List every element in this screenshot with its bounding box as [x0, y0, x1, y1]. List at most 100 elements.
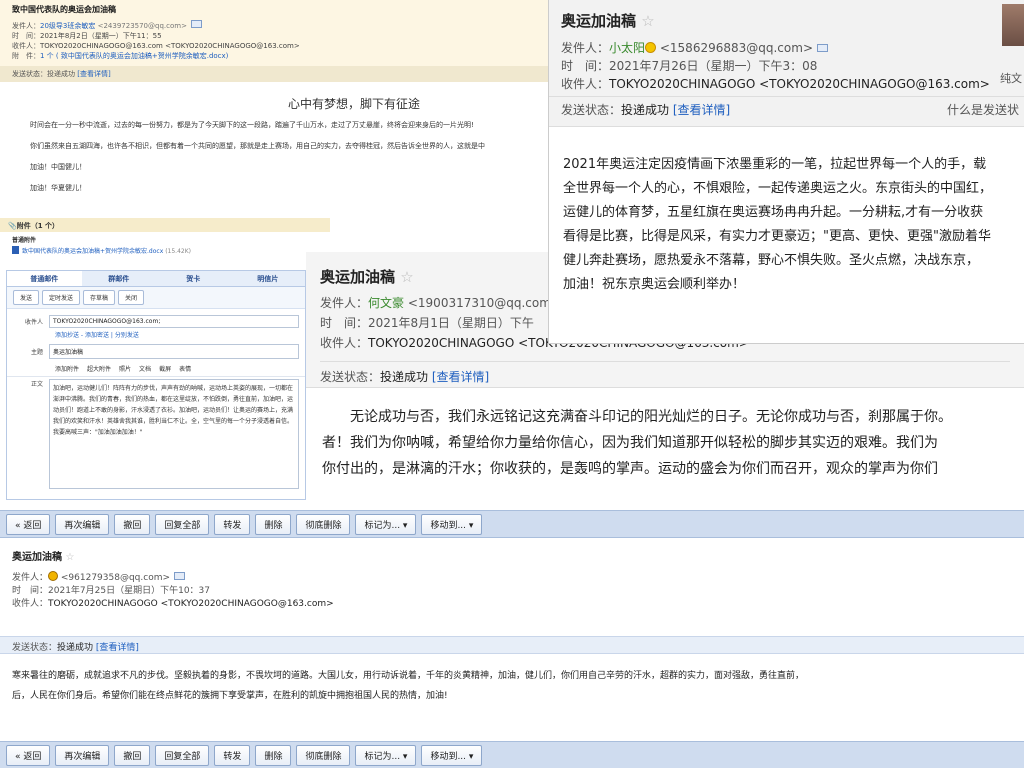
view-details-link[interactable]: [查看详情] [673, 103, 730, 117]
save-draft-button[interactable]: 存草稿 [83, 290, 116, 305]
emoji-button[interactable]: 表情 [179, 364, 191, 373]
email-slogan: 心中有梦想，脚下有征途 [287, 97, 420, 111]
body-editor[interactable]: 加油吧，运动健儿们！阵阵有力的步伐，声声有劲的呐喊，运动场上英姿的展现，一切都在… [49, 379, 299, 489]
move-to-dropdown[interactable]: 移动到... ▾ [421, 513, 483, 535]
email-body: 心中有梦想，脚下有征途 时间会在一分一秒中流逝，过去的每一份努力，都是为了今天脚… [0, 82, 548, 211]
mark-as-dropdown[interactable]: 标记为... ▾ [355, 744, 417, 766]
sender-name[interactable]: 小太阳 [609, 41, 645, 55]
attachment-section: 📎附件（1 个） 普通附件 致中国代表队的奥运会加油稿+贺州学院余敏宏.docx… [0, 218, 330, 268]
email-subject: 奥运加油稿 [320, 268, 396, 286]
body-line: 者！我们为你呐喊，希望给你力量给你信心，因为我们知道那开似轻松的脚步其实迈的艰难… [322, 435, 938, 451]
photo-button[interactable]: 照片 [119, 364, 131, 373]
attach-label: 附 件： [12, 52, 40, 60]
status-help-link[interactable]: 什么是发送状 [947, 101, 1019, 118]
recipient-field[interactable]: TOKYO2020CHINAGOGO@163.com; [49, 315, 299, 328]
cc-bcc-links[interactable]: 添加抄送 - 添加密送 | 分别发送 [7, 330, 305, 342]
recall-button[interactable]: 撤回 [114, 744, 151, 766]
sender-address: <2439723570@qq.com> [97, 22, 187, 30]
forward-button[interactable]: 转发 [214, 513, 251, 535]
permanent-delete-button[interactable]: 彻底删除 [296, 513, 351, 535]
delete-button[interactable]: 删除 [255, 513, 292, 535]
status-label: 发送状态： [12, 643, 58, 653]
from-label: 发件人： [320, 296, 369, 310]
email-subject: 奥运加油稿 [12, 552, 62, 563]
forward-button[interactable]: 转发 [214, 744, 251, 766]
body-line: 2021年奥运注定因疫情画下浓墨重彩的一笔，拉起世界每一个人的手，载 [563, 157, 987, 172]
schedule-send-button[interactable]: 定时发送 [42, 290, 81, 305]
attachment-count: 附件（1 个） [16, 222, 60, 230]
close-button[interactable]: 关闭 [118, 290, 145, 305]
view-details-link[interactable]: [查看详情] [77, 70, 110, 78]
compose-toolbar: 发送 定时发送 存草稿 关闭 [7, 287, 305, 309]
send-status: 投递成功 [380, 370, 429, 384]
to-label: 收件人： [12, 599, 49, 609]
to-label: 收件人： [12, 42, 40, 50]
send-status-bar: 发送状态：投递成功 [查看详情] [320, 361, 1010, 385]
sent-time: 2021年8月1日（星期日）下午 [368, 316, 534, 330]
from-label: 发件人： [561, 41, 610, 55]
tab-group-mail[interactable]: 群邮件 [82, 271, 157, 286]
send-status: 投递成功 [621, 103, 670, 117]
document-button[interactable]: 文档 [139, 364, 151, 373]
tab-normal-mail[interactable]: 普通邮件 [7, 271, 82, 286]
back-button[interactable]: « 返回 [6, 744, 51, 766]
tab-greeting-card[interactable]: 贺卡 [156, 271, 231, 286]
send-status: 投递成功 [57, 643, 94, 653]
back-button[interactable]: « 返回 [6, 513, 51, 535]
star-icon[interactable]: ☆ [400, 268, 413, 286]
delete-button[interactable]: 删除 [255, 744, 292, 766]
attachment-summary[interactable]: 1 个 ( 致中国代表队的奥运会加油稿+贺州学院余敏宏.docx) [40, 52, 228, 60]
insert-toolbar: 添加附件 超大附件 照片 文档 截屏 表情 [7, 361, 305, 377]
email-body: 2021年奥运注定因疫情画下浓墨重彩的一笔，拉起世界每一个人的手，载 全世界每一… [549, 127, 1024, 297]
paperclip-icon: 📎 [8, 222, 17, 230]
screenshot-button[interactable]: 截屏 [159, 364, 171, 373]
send-status-bar: 发送状态：投递成功 [查看详情] [0, 66, 548, 82]
mail-action-toolbar: « 返回 再次编辑 撤回 回复全部 转发 删除 彻底删除 标记为... ▾ 移动… [0, 741, 1024, 768]
tab-postcard[interactable]: 明信片 [231, 271, 306, 286]
attachment-kind: 普通附件 [12, 237, 37, 244]
re-edit-button[interactable]: 再次编辑 [55, 513, 110, 535]
large-attachment-button[interactable]: 超大附件 [87, 364, 111, 373]
mark-as-dropdown[interactable]: 标记为... ▾ [355, 513, 417, 535]
body-line: 寒来暑往的磨砺，成就追求不凡的步伐。坚毅执着的身影，不畏坎坷的道路。大国儿女，用… [12, 671, 805, 681]
view-details-link[interactable]: [查看详情] [96, 643, 139, 653]
star-icon[interactable]: ☆ [641, 12, 654, 30]
send-button[interactable]: 发送 [13, 290, 40, 305]
permanent-delete-button[interactable]: 彻底删除 [296, 744, 351, 766]
body-line: 看得是比赛，比得是风采，有实力才更豪迈；"更高、更快、更强"激励着华 [563, 229, 991, 244]
body-line: 全世界每一个人的心，不惧艰险，一起传递奥运之火。东京街头的中国红， [563, 181, 993, 196]
reply-all-button[interactable]: 回复全部 [155, 744, 210, 766]
move-to-dropdown[interactable]: 移动到... ▾ [421, 744, 483, 766]
contact-card-icon[interactable] [817, 44, 828, 52]
recall-button[interactable]: 撤回 [114, 513, 151, 535]
body-label: 正文 [30, 381, 43, 388]
time-label: 时 间： [561, 59, 610, 73]
contact-card-icon[interactable] [190, 20, 202, 28]
attachment-file[interactable]: 致中国代表队的奥运会加油稿+贺州学院余敏宏.docx [22, 248, 163, 255]
email-panel-b: 奥运加油稿 ☆ 发件人：小太阳 <1586296883@qq.com> 时 间：… [548, 0, 1024, 344]
email-header: 奥运加油稿 ☆ 发件人：小太阳 <1586296883@qq.com> 时 间：… [549, 0, 1024, 127]
subject-field[interactable]: 奥运加油稿 [49, 344, 299, 359]
to-label: 收件人： [320, 336, 369, 350]
reply-all-button[interactable]: 回复全部 [155, 513, 210, 535]
sender-address: <961279358@qq.com> [60, 573, 171, 583]
email-panel-e: 奥运加油稿 ☆ 发件人： <961279358@qq.com> 时 间：2021… [0, 540, 1024, 740]
star-icon[interactable]: ☆ [65, 552, 74, 563]
body-line: 后，人民在你们身后。希望你们能在终点鲜花的簇拥下享受掌声，在胜利的凯旋中拥抱祖国… [12, 691, 448, 701]
sender-name[interactable]: 20级导3班余敏宏 [40, 22, 95, 30]
sender-name[interactable]: 何文豪 [368, 296, 404, 310]
recipient: TOKYO2020CHINAGOGO <TOKYO2020CHINAGOGO@1… [48, 599, 334, 609]
add-attachment-button[interactable]: 添加附件 [55, 364, 79, 373]
compose-tabs: 普通邮件 群邮件 贺卡 明信片 [7, 271, 305, 287]
re-edit-button[interactable]: 再次编辑 [55, 744, 110, 766]
contact-card-icon[interactable] [174, 572, 186, 580]
to-label: 收件人： [561, 77, 610, 91]
word-file-icon [12, 246, 19, 254]
plain-text-link[interactable]: 纯文 [1000, 70, 1022, 86]
from-label: 发件人： [12, 22, 40, 30]
status-label: 发送状态： [561, 103, 622, 117]
view-details-link[interactable]: [查看详情] [432, 370, 489, 384]
to-label: 收件人 [24, 319, 43, 326]
email-subject: 致中国代表队的奥运会加油稿 [12, 5, 116, 14]
email-body: 寒来暑往的磨砺，成就追求不凡的步伐。坚毅执着的身影，不畏坎坷的道路。大国儿女，用… [0, 654, 1024, 718]
